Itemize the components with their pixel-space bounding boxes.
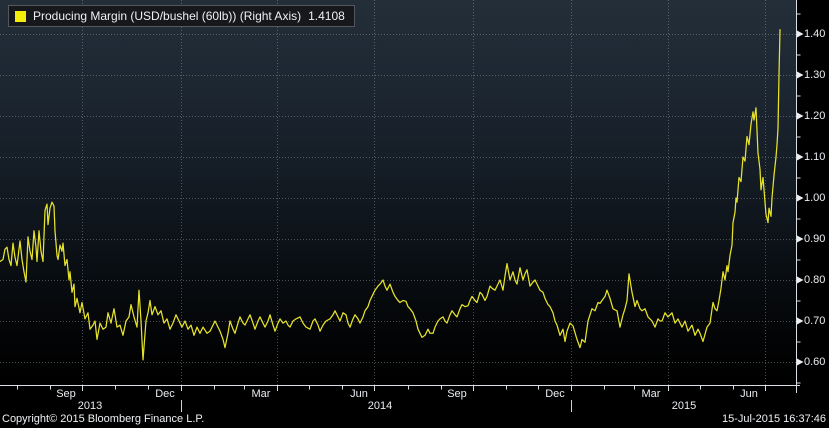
x-axis-month-label: Jun <box>740 388 758 400</box>
y-tick-arrow-icon <box>797 318 804 325</box>
year-separator <box>571 400 572 412</box>
y-tick-arrow-icon <box>797 31 804 38</box>
x-axis-month-label: Sep <box>56 388 76 400</box>
plot-background <box>0 0 796 385</box>
y-axis-label: 0.90 <box>804 233 825 245</box>
copyright-text: Copyright© 2015 Bloomberg Finance L.P. <box>2 413 204 425</box>
y-axis-label: 1.40 <box>804 28 825 40</box>
y-axis-label: 1.30 <box>804 69 825 81</box>
x-axis-month-label: Mar <box>252 388 271 400</box>
legend[interactable]: Producing Margin (USD/bushel (60lb)) (Ri… <box>8 5 355 27</box>
year-separator <box>181 400 182 412</box>
x-axis-year-label: 2015 <box>672 400 696 412</box>
series-label: Producing Margin (USD/bushel (60lb)) (Ri… <box>33 9 301 23</box>
y-tick-arrow-icon <box>797 236 804 243</box>
x-axis-year-label: 2014 <box>368 400 392 412</box>
y-tick-arrow-icon <box>797 359 804 366</box>
y-axis-label: 1.10 <box>804 151 825 163</box>
y-axis-label: 0.70 <box>804 315 825 327</box>
x-axis-year-label: 2013 <box>78 400 102 412</box>
y-axis-label: 0.80 <box>804 274 825 286</box>
y-axis-label: 1.20 <box>804 110 825 122</box>
y-tick-arrow-icon <box>797 154 804 161</box>
chart-canvas[interactable] <box>0 0 829 428</box>
y-tick-arrow-icon <box>797 195 804 202</box>
x-axis-month-label: Dec <box>155 388 175 400</box>
y-tick-arrow-icon <box>797 72 804 79</box>
y-axis-label: 1.00 <box>804 192 825 204</box>
series-swatch-icon <box>15 11 26 22</box>
series-current-value: 1.4108 <box>308 9 345 23</box>
timestamp-text: 15-Jul-2015 16:37:46 <box>722 413 826 425</box>
y-tick-arrow-icon <box>797 113 804 120</box>
x-axis-month-label: Jun <box>350 388 368 400</box>
x-axis-month-label: Sep <box>447 388 467 400</box>
x-axis-month-label: Dec <box>545 388 565 400</box>
bloomberg-chart-window: Producing Margin (USD/bushel (60lb)) (Ri… <box>0 0 829 428</box>
y-tick-arrow-icon <box>797 277 804 284</box>
y-axis-label: 0.60 <box>804 356 825 368</box>
x-axis-month-label: Mar <box>642 388 661 400</box>
